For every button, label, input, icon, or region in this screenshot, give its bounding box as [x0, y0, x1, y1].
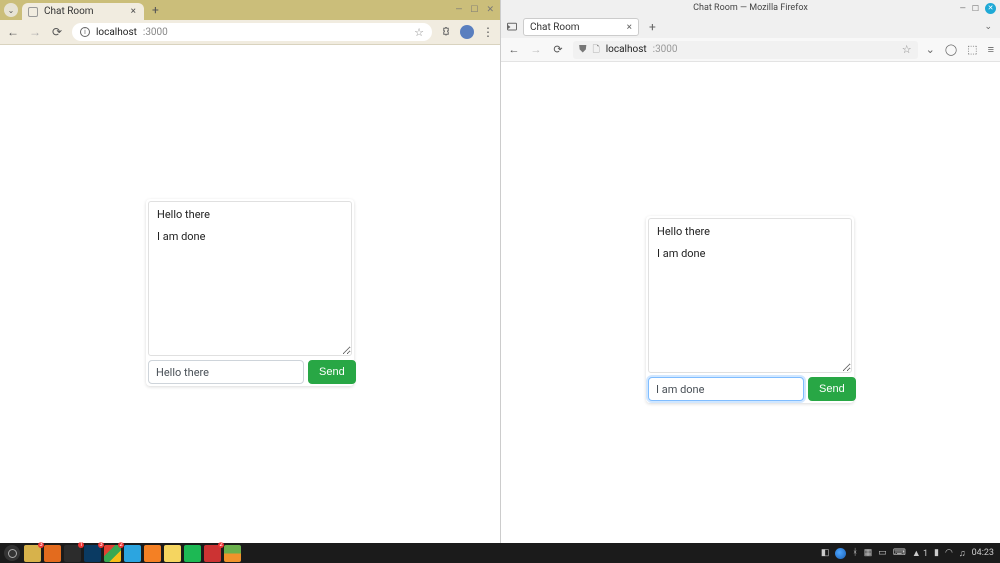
display-icon[interactable]: ▭: [878, 548, 887, 558]
chat-message: I am done: [157, 230, 343, 244]
site-info-icon[interactable]: i: [80, 27, 90, 37]
taskbar: 31322 ◧ ᚼ ▦ ▭ ⌨ ▲ 1 ▮ ◠ ♫ 04:23: [0, 543, 1000, 563]
bookmark-icon[interactable]: ☆: [414, 26, 424, 39]
lock-icon[interactable]: ▲ 1: [912, 548, 928, 559]
desktop: ⌄ Chat Room × + — ☐ ✕ ← → ⟳ i localhost:…: [0, 0, 1000, 543]
firefox-titlebar: Chat Room — Mozilla Firefox — ☐ ✕: [501, 0, 1000, 16]
chat-input-row: Send: [148, 360, 352, 384]
back-button[interactable]: ←: [507, 43, 521, 56]
chat-log[interactable]: Hello there I am done: [148, 201, 352, 356]
minimize-icon[interactable]: —: [455, 5, 462, 15]
chrome-window-controls: — ☐ ✕: [455, 5, 494, 15]
tray-indicator-icon[interactable]: ◧: [821, 548, 830, 558]
reload-button[interactable]: ⟳: [551, 43, 565, 56]
firefox-recent-button[interactable]: [505, 20, 519, 34]
start-menu-button[interactable]: [4, 545, 20, 561]
chat-card: Hello there I am done Send: [146, 199, 354, 386]
chat-input[interactable]: [648, 377, 804, 401]
chrome-tabbar: ⌄ Chat Room × + — ☐ ✕: [0, 0, 500, 20]
battery-icon[interactable]: ▮: [934, 548, 939, 558]
send-button[interactable]: Send: [308, 360, 356, 384]
chat-input-row: Send: [648, 377, 852, 401]
chat-input[interactable]: [148, 360, 304, 384]
chrome-toolbar: ← → ⟳ i localhost :3000 ☆ ⋮: [0, 20, 500, 45]
chat-message: Hello there: [657, 225, 843, 239]
firefox-tabbar: Chat Room × + ⌄: [501, 16, 1000, 38]
taskbar-app-notes[interactable]: [164, 545, 181, 562]
firefox-toolbar-right: ⌄ ◯ ⬚ ≡: [926, 43, 994, 56]
wifi-icon[interactable]: ◠: [945, 548, 953, 558]
shield-icon[interactable]: ⛊: [579, 44, 587, 55]
account-icon[interactable]: ◯: [945, 43, 957, 56]
address-host: localhost: [606, 44, 647, 55]
close-window-icon[interactable]: ✕: [985, 3, 996, 14]
tray-grid-icon[interactable]: ▦: [864, 548, 873, 558]
chrome-window: ⌄ Chat Room × + — ☐ ✕ ← → ⟳ i localhost:…: [0, 0, 500, 543]
clock[interactable]: 04:23: [972, 548, 994, 558]
taskbar-app-chrome[interactable]: 2: [104, 545, 121, 562]
taskbar-app-vscode[interactable]: 3: [84, 545, 101, 562]
tab-title: Chat Room: [530, 22, 621, 33]
taskbar-app-app1[interactable]: 2: [204, 545, 221, 562]
send-button[interactable]: Send: [808, 377, 856, 401]
taskbar-app-files[interactable]: 3: [24, 545, 41, 562]
address-port: :3000: [143, 27, 168, 38]
hamburger-menu-icon[interactable]: ≡: [988, 43, 994, 56]
address-host: localhost: [96, 27, 137, 38]
favicon-icon: [28, 7, 38, 17]
network-globe-icon[interactable]: [835, 548, 846, 559]
taskbar-app-spotify[interactable]: [184, 545, 201, 562]
chrome-tab-active[interactable]: Chat Room ×: [22, 3, 144, 20]
chat-message: Hello there: [157, 208, 343, 222]
close-icon[interactable]: ×: [131, 6, 136, 17]
maximize-icon[interactable]: ☐: [972, 4, 979, 13]
back-button[interactable]: ←: [6, 25, 20, 39]
chat-card: Hello there I am done Send: [646, 216, 854, 403]
close-window-icon[interactable]: ✕: [486, 5, 494, 15]
extensions-icon[interactable]: [440, 26, 452, 38]
taskbar-app-firefox[interactable]: [44, 545, 61, 562]
firefox-newtab-button[interactable]: +: [649, 20, 656, 34]
volume-icon[interactable]: ♫: [959, 548, 966, 559]
list-all-tabs-icon[interactable]: ⌄: [984, 22, 992, 32]
taskbar-app-app2[interactable]: [224, 545, 241, 562]
firefox-window: Chat Room — Mozilla Firefox — ☐ ✕ Chat R…: [500, 0, 1000, 543]
page-content-left: Hello there I am done Send: [0, 45, 500, 543]
mint-icon: [8, 549, 17, 558]
bookmark-icon[interactable]: ☆: [902, 43, 912, 56]
system-tray: ◧ ᚼ ▦ ▭ ⌨ ▲ 1 ▮ ◠ ♫ 04:23: [821, 548, 996, 559]
chrome-toolbar-right: ⋮: [440, 25, 494, 39]
taskbar-app-stackoverflow[interactable]: [144, 545, 161, 562]
address-port: :3000: [653, 44, 678, 55]
minimize-icon[interactable]: —: [960, 4, 966, 13]
lock-icon[interactable]: 🗋: [593, 42, 600, 58]
page-content-right: Hello there I am done Send: [501, 62, 1000, 543]
chrome-tab-search-button[interactable]: ⌄: [4, 3, 18, 17]
reload-button[interactable]: ⟳: [50, 25, 64, 39]
address-bar[interactable]: i localhost :3000 ☆: [72, 23, 432, 41]
bluetooth-icon[interactable]: ᚼ: [852, 548, 857, 558]
window-title: Chat Room — Mozilla Firefox: [693, 3, 808, 13]
firefox-toolbar: ← → ⟳ ⛊ 🗋 localhost :3000 ☆ ⌄ ◯ ⬚ ≡: [501, 38, 1000, 62]
chat-log[interactable]: Hello there I am done: [648, 218, 852, 373]
address-bar[interactable]: ⛊ 🗋 localhost :3000 ☆: [573, 41, 918, 59]
pocket-icon[interactable]: ⌄: [926, 43, 935, 56]
chat-message: I am done: [657, 247, 843, 261]
profile-avatar[interactable]: [460, 25, 474, 39]
forward-button[interactable]: →: [28, 25, 42, 39]
tab-title: Chat Room: [44, 6, 125, 17]
maximize-icon[interactable]: ☐: [470, 5, 478, 15]
chrome-newtab-button[interactable]: +: [152, 3, 159, 17]
forward-button[interactable]: →: [529, 43, 543, 56]
taskbar-app-terminal[interactable]: 1: [64, 545, 81, 562]
kebab-menu-icon[interactable]: ⋮: [482, 25, 494, 39]
close-icon[interactable]: ×: [627, 22, 632, 33]
extensions-icon[interactable]: ⬚: [967, 43, 977, 56]
taskbar-app-telegram[interactable]: [124, 545, 141, 562]
keyboard-icon[interactable]: ⌨: [893, 548, 906, 558]
firefox-tab-active[interactable]: Chat Room ×: [523, 18, 639, 36]
